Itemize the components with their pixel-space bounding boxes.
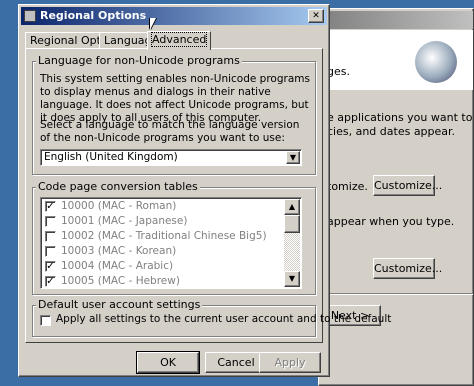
scroll-up-icon[interactable]: ▲ [284, 199, 300, 215]
dropdown-arrow-icon[interactable]: ▼ [286, 151, 300, 164]
apply-button[interactable]: Apply [259, 352, 321, 373]
codepage-list-item[interactable]: 10001 (MAC - Japanese) [43, 214, 283, 229]
language-select-value: English (United Kingdom) [44, 151, 178, 163]
close-icon: ✕ [312, 11, 320, 21]
codepage-checkbox[interactable]: ✓ [45, 201, 56, 212]
codepage-checkbox[interactable] [45, 231, 56, 242]
body-text-2: tomize. [327, 180, 368, 193]
dialog-title: Regional Options [40, 9, 147, 22]
apply-all-checkbox[interactable] [40, 315, 51, 326]
codepage-list-item[interactable]: ✓ 10004 (MAC - Arabic) [43, 259, 283, 274]
codepage-list-item[interactable]: 10003 (MAC - Korean) [43, 244, 283, 259]
language-select[interactable]: English (United Kingdom) ▼ [40, 149, 302, 166]
separator [321, 293, 473, 295]
codepage-label: 10001 (MAC - Japanese) [61, 215, 188, 227]
ok-button[interactable]: OK [136, 351, 200, 374]
regional-options-dialog: Regional Options ✕ Regional Options Lang… [18, 4, 391, 377]
codepage-list-item[interactable]: ✓ 10000 (MAC - Roman) [43, 199, 283, 214]
header-text: ges. [327, 65, 350, 78]
codepage-label: 10000 (MAC - Roman) [61, 200, 177, 212]
codepage-group-legend: Code page conversion tables [36, 180, 200, 193]
body-text-1a: e applications you want to [327, 111, 473, 124]
customize-button-1[interactable]: Customize... [373, 175, 442, 196]
globe-icon [415, 41, 457, 83]
codepage-checkbox[interactable] [45, 216, 56, 227]
codepage-label: 10002 (MAC - Traditional Chinese Big5) [61, 230, 267, 242]
background-window: ges. e applications you want to cies, an… [318, 8, 474, 386]
codepage-checkbox[interactable] [45, 246, 56, 257]
mouse-cursor-icon [150, 18, 162, 30]
codepage-label: 10005 (MAC - Hebrew) [61, 275, 180, 287]
codepage-list[interactable]: ✓ 10000 (MAC - Roman) 10001 (MAC - Japanes… [40, 197, 302, 289]
codepage-list-item[interactable]: 10002 (MAC - Traditional Chinese Big5) [43, 229, 283, 244]
body-text-3: appear when you type. [327, 215, 455, 228]
scroll-thumb[interactable] [284, 215, 300, 233]
default-user-group-legend: Default user account settings [36, 298, 203, 311]
close-button[interactable]: ✕ [308, 9, 324, 23]
language-description: This system setting enables non-Unicode … [40, 73, 310, 124]
language-prompt: Select a language to match the language … [40, 119, 300, 144]
codepage-label: 10004 (MAC - Arabic) [61, 260, 174, 272]
codepage-label: 10003 (MAC - Korean) [61, 245, 177, 257]
tab-advanced[interactable]: Advanced [147, 31, 212, 50]
customize-button-2[interactable]: Customize... [373, 258, 442, 279]
codepage-scrollbar[interactable]: ▲ ▼ [284, 199, 300, 287]
cancel-button[interactable]: Cancel [205, 352, 267, 373]
body-text-1b: cies, and dates appear. [327, 125, 456, 138]
tab-page: Language for non-Unicode programs This s… [25, 48, 391, 343]
apply-all-label[interactable]: Apply all settings to the current user a… [56, 313, 391, 325]
codepage-list-item[interactable]: ✓ 10005 (MAC - Hebrew) [43, 274, 283, 288]
codepage-checkbox[interactable]: ✓ [45, 261, 56, 272]
window-icon [24, 10, 36, 22]
background-window-titlebar [321, 11, 473, 29]
dialog-titlebar[interactable]: Regional Options ✕ [21, 7, 327, 25]
language-group-legend: Language for non-Unicode programs [36, 54, 242, 67]
codepage-checkbox[interactable]: ✓ [45, 276, 56, 287]
scroll-down-icon[interactable]: ▼ [284, 271, 300, 287]
